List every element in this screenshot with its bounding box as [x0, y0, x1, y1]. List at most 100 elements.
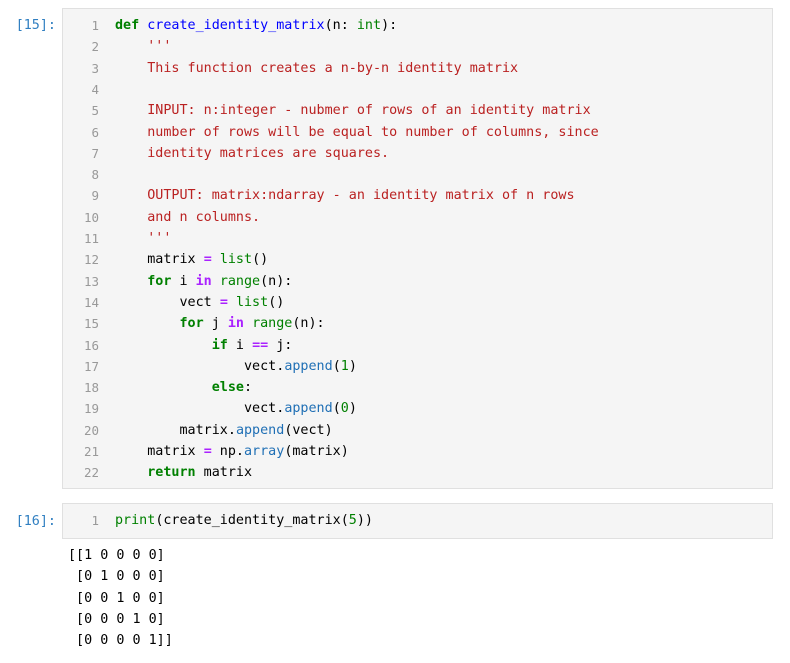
code-text: matrix = np.array(matrix): [115, 441, 349, 462]
code-token: def: [115, 18, 140, 33]
line-number: 17: [83, 358, 99, 374]
output-line: [0 0 0 0 1]]: [68, 633, 173, 649]
code-line[interactable]: 22 return matrix: [63, 462, 772, 483]
code-line[interactable]: 15 for j in range(n):: [63, 313, 772, 334]
code-text: print(create_identity_matrix(5)): [115, 510, 373, 531]
code-token: if: [211, 337, 228, 353]
code-line[interactable]: 12 matrix = list(): [63, 249, 772, 270]
code-token: (matrix): [284, 444, 349, 459]
cell-prompt: [15]:: [15, 18, 56, 33]
code-token: else: [211, 380, 244, 396]
code-token: matrix: [115, 444, 204, 459]
code-text: vect = list(): [115, 292, 284, 313]
code-token: )): [356, 513, 373, 528]
code-line[interactable]: 14 vect = list(): [63, 292, 772, 313]
code-token: vect: [115, 294, 220, 310]
line-number: 7: [91, 145, 99, 161]
output-line: [0 0 1 0 0]: [68, 590, 165, 606]
code-line[interactable]: 18 else:: [63, 377, 772, 398]
code-line[interactable]: 20 matrix.append(vect): [63, 420, 772, 441]
code-line[interactable]: 6 number of rows will be equal to number…: [63, 122, 772, 143]
code-cell[interactable]: 1 def create_identity_matrix(n: int): 2 ''…: [62, 8, 773, 489]
code-token: append: [284, 401, 333, 417]
code-line[interactable]: 9 OUTPUT: matrix:ndarray - an identity m…: [63, 185, 772, 206]
code-token: and n columns.: [147, 209, 261, 225]
code-token: (: [332, 358, 341, 374]
code-line[interactable]: 11 ''': [63, 228, 772, 249]
output-line: [0 1 0 0 0]: [68, 569, 165, 585]
line-number: 11: [83, 231, 99, 246]
line-number: 10: [83, 209, 99, 225]
line-number: 14: [83, 294, 99, 310]
code-token: (): [252, 252, 269, 268]
line-number: 1: [91, 513, 99, 528]
output-line: [0 0 0 1 0]: [68, 611, 165, 627]
code-token: identity matrices are squares.: [147, 145, 390, 161]
line-number: 9: [91, 188, 99, 204]
code-token: i: [171, 273, 196, 289]
line-number: 4: [91, 81, 99, 97]
code-line[interactable]: 16 if i == j:: [63, 335, 772, 356]
code-text: and n columns.: [115, 207, 260, 228]
code-text: This function creates a n-by-n identity …: [115, 58, 518, 79]
line-number: 2: [91, 39, 99, 55]
code-line[interactable]: 10 and n columns.: [63, 207, 772, 228]
code-token: 1: [340, 358, 349, 374]
line-number: 19: [83, 401, 99, 417]
cell-output: [[1 0 0 0 0] [0 1 0 0 0] [0 0 1 0 0] [0 …: [68, 545, 173, 651]
code-line[interactable]: 1 print(create_identity_matrix(5)): [63, 510, 772, 531]
code-token: int: [356, 18, 382, 33]
code-token: np.: [211, 444, 244, 459]
line-number: 1: [91, 18, 99, 33]
code-line[interactable]: 4: [63, 79, 772, 100]
code-token: =: [203, 444, 212, 459]
code-line[interactable]: 21 matrix = np.array(matrix): [63, 441, 772, 462]
line-number: 18: [83, 380, 99, 396]
code-token: 0: [340, 401, 349, 417]
code-token: ''': [147, 231, 172, 246]
code-line[interactable]: 13 for i in range(n):: [63, 271, 772, 292]
code-text: identity matrices are squares.: [115, 143, 389, 164]
code-token: i: [227, 337, 253, 353]
code-token: for: [147, 273, 172, 289]
code-text: number of rows will be equal to number o…: [115, 122, 598, 143]
line-number: 22: [83, 465, 99, 481]
output-line: [[1 0 0 0 0]: [68, 548, 165, 563]
code-text: vect.append(0): [115, 398, 357, 419]
code-token: j: [203, 316, 228, 332]
code-token: vect.: [115, 358, 285, 374]
cell-prompt: [16]:: [15, 514, 56, 529]
code-token: vect.: [115, 401, 285, 417]
code-token: (: [332, 401, 341, 417]
code-token: :: [244, 380, 253, 396]
code-token: INPUT: n:integer - nubmer of rows of an …: [147, 103, 591, 119]
code-line[interactable]: 17 vect.append(1): [63, 356, 772, 377]
code-token: ): [348, 358, 357, 374]
code-line[interactable]: 8: [63, 164, 772, 185]
code-line[interactable]: 2 ''': [63, 36, 772, 57]
code-token: This function creates a n-by-n identity …: [147, 60, 519, 76]
code-line[interactable]: 1 def create_identity_matrix(n: int):: [63, 15, 772, 36]
code-line[interactable]: 19 vect.append(0): [63, 398, 772, 419]
code-line[interactable]: 3 This function creates a n-by-n identit…: [63, 58, 772, 79]
code-cell[interactable]: 1 print(create_identity_matrix(5)): [62, 503, 773, 539]
code-token: (vect): [284, 422, 333, 438]
code-line[interactable]: 5 INPUT: n:integer - nubmer of rows of a…: [63, 100, 772, 121]
code-text: INPUT: n:integer - nubmer of rows of an …: [115, 100, 591, 121]
code-token: ):: [381, 18, 398, 33]
code-token: matrix: [115, 252, 204, 268]
code-line[interactable]: 7 identity matrices are squares.: [63, 143, 772, 164]
code-token: in: [195, 273, 212, 289]
code-text: def create_identity_matrix(n: int):: [115, 15, 397, 36]
